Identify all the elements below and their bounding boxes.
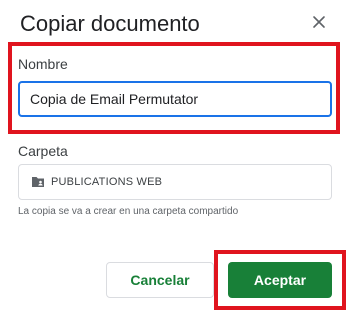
folder-helper-text: La copia se va a crear en una carpeta co… bbox=[18, 206, 239, 217]
shared-folder-icon bbox=[31, 176, 45, 188]
close-button[interactable] bbox=[307, 10, 331, 34]
accept-button[interactable]: Aceptar bbox=[228, 262, 332, 298]
folder-name: PUBLICATIONS WEB bbox=[51, 176, 163, 188]
folder-field-label: Carpeta bbox=[18, 143, 68, 159]
dialog-title: Copiar documento bbox=[20, 11, 200, 36]
copy-document-dialog: Copiar documento Nombre Carpeta PUBLICAT… bbox=[0, 0, 355, 311]
name-input[interactable] bbox=[18, 81, 332, 117]
close-icon bbox=[307, 10, 331, 34]
folder-selector[interactable]: PUBLICATIONS WEB bbox=[18, 164, 332, 200]
name-field-label: Nombre bbox=[18, 56, 68, 72]
cancel-button[interactable]: Cancelar bbox=[106, 262, 214, 298]
